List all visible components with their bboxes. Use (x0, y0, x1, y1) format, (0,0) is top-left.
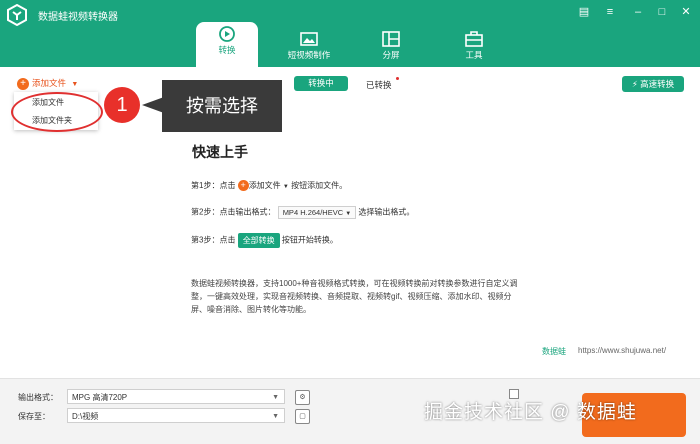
step-1: 第1步：点击 + 添加文件 ▼ 按钮添加文件。 (191, 180, 348, 192)
save-path-select[interactable]: D:\视频 ▼ (67, 408, 285, 423)
highlight-ring (11, 92, 103, 132)
callout-pointer (142, 97, 164, 113)
step-1-button: 添加文件 (248, 181, 281, 190)
output-format-select[interactable]: MPG 高清720P ▼ (67, 389, 285, 404)
save-path-value: D:\视频 (72, 412, 99, 421)
tab-converted[interactable]: 已转换 (366, 79, 392, 91)
minimize-icon[interactable]: – (630, 5, 646, 19)
convert-icon (219, 26, 235, 42)
footer-brand: 数据蛙 (542, 347, 566, 356)
plus-icon: + (237, 180, 249, 192)
tab-split-screen[interactable]: 分屏 (360, 27, 422, 67)
toolbox-icon (465, 31, 483, 47)
app-logo-icon (7, 4, 27, 26)
plus-icon: + (17, 77, 29, 90)
folder-icon[interactable]: ▢ (295, 409, 310, 424)
split-screen-icon (382, 31, 400, 47)
short-video-icon (300, 32, 318, 46)
app-title: 数据蛙视频转换器 (38, 12, 118, 23)
product-description: 数据蛙视频转换器，支持1000+种音视频格式转换，可在视频转换前对转换参数进行自… (191, 279, 518, 314)
notification-dot (396, 77, 399, 80)
tab-converting[interactable]: 转换中 (294, 76, 348, 91)
format-chip: MP4 H.264/HEVC ▼ (277, 206, 357, 219)
save-to-label: 保存至： (18, 412, 50, 421)
quick-start-title: 快速上手 (192, 144, 248, 160)
step-1-suffix: 按钮添加文件。 (291, 181, 348, 190)
footer-url[interactable]: https://www.shujuwa.net/ (578, 346, 666, 355)
watermark-text: 掘金技术社区 @ 数据蛙 (424, 402, 637, 423)
callout-number: 1 (104, 87, 140, 123)
chevron-down-icon: ▼ (71, 81, 79, 88)
maximize-icon[interactable]: □ (654, 5, 670, 19)
step-3-prefix: 第3步：点击 (191, 235, 236, 245)
add-file-button[interactable]: + 添加文件 ▼ (17, 77, 78, 90)
add-file-label: 添加文件 (32, 78, 67, 88)
step-2-prefix: 第2步：点击输出格式： (191, 207, 276, 217)
output-format-label: 输出格式： (18, 393, 58, 402)
step-1-prefix: 第1步：点击 (191, 181, 236, 190)
format-settings-icon[interactable]: ⚙ (295, 390, 310, 405)
tab-label: 短视频制作 (287, 50, 331, 60)
chevron-down-icon: ▼ (282, 184, 289, 190)
lightning-icon: ⚡ (631, 79, 638, 89)
chevron-down-icon: ▼ (272, 394, 279, 401)
callout-text: 按需选择 (162, 80, 282, 132)
fast-convert-button[interactable]: ⚡ 高速转换 (622, 76, 684, 92)
tab-tools[interactable]: 工具 (443, 27, 505, 67)
output-format-value: MPG 高清720P (72, 393, 128, 402)
step-2-suffix: 选择输出格式。 (358, 207, 415, 217)
menu-icon[interactable]: ≡ (602, 5, 618, 19)
fast-convert-label: 高速转换 (640, 79, 675, 89)
chevron-down-icon: ▼ (345, 211, 352, 217)
format-chip-label: MP4 H.264/HEVC (282, 208, 344, 217)
convert-all-chip: 全部转换 (237, 233, 280, 248)
tab-short-video[interactable]: 短视频制作 (278, 27, 340, 67)
tab-label: 转换 (218, 45, 236, 55)
tab-convert[interactable]: 转换 (196, 22, 258, 67)
close-icon[interactable]: ✕ (678, 5, 694, 19)
step-3: 第3步：点击 全部转换 按钮开始转换。 (191, 233, 338, 248)
tab-label: 分屏 (382, 50, 400, 60)
message-icon[interactable]: ▤ (576, 5, 592, 19)
chevron-down-icon: ▼ (272, 413, 279, 420)
step-3-suffix: 按钮开始转换。 (281, 235, 338, 245)
step-2: 第2步：点击输出格式： MP4 H.264/HEVC ▼ 选择输出格式。 (191, 206, 414, 219)
tab-label: 工具 (465, 50, 483, 60)
